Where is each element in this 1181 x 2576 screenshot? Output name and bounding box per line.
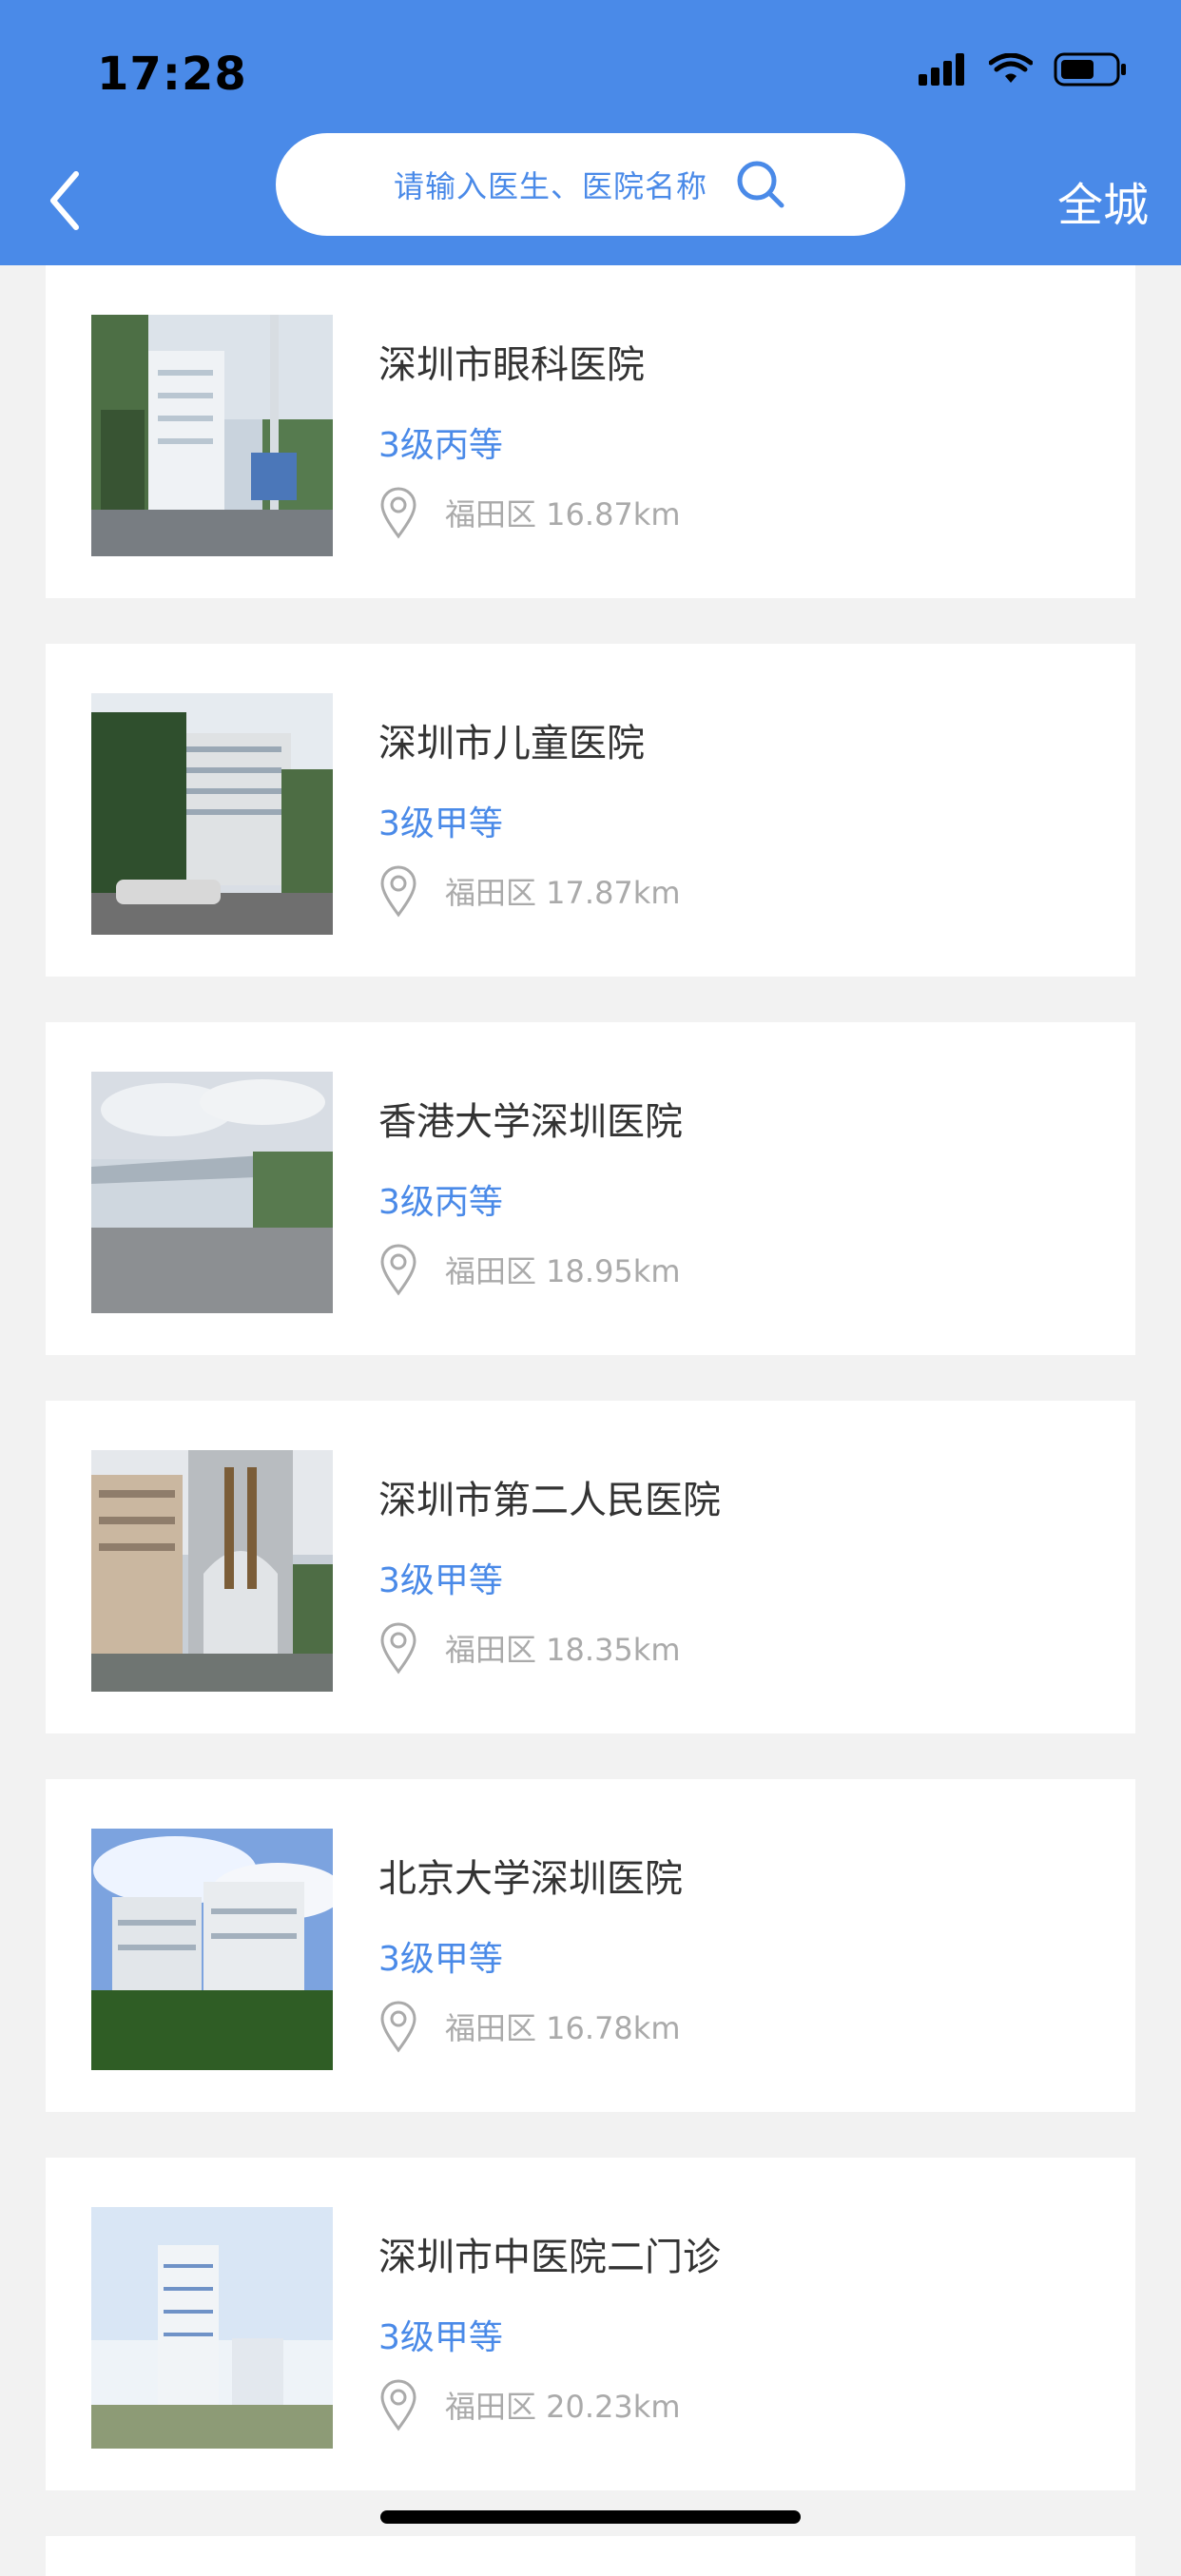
location-pin-icon (380, 2379, 416, 2431)
cellular-signal-icon (919, 53, 968, 89)
hospital-location: 福田区 16.78km (445, 2010, 681, 2046)
search-icon (737, 161, 784, 208)
hospital-location: 福田区 17.87km (445, 875, 681, 911)
battery-icon (1054, 52, 1128, 90)
hospital-card[interactable]: 深圳市第二人民医院 3级甲等 福田区 18.35km (46, 1401, 1135, 1733)
hospital-location-row: 福田区 17.87km (378, 862, 681, 920)
hospital-name: 北京大学深圳医院 (378, 1857, 683, 1901)
search-input[interactable]: 请输入医生、医院名称 (276, 133, 905, 236)
hospital-photo (91, 2207, 333, 2449)
back-button[interactable] (34, 162, 97, 240)
search-placeholder: 请输入医生、医院名称 (393, 168, 707, 204)
hospital-name: 香港大学深圳医院 (378, 1100, 683, 1144)
hospital-location-row: 福田区 16.87km (378, 484, 681, 541)
hospital-name: 深圳市儿童医院 (378, 722, 645, 765)
location-pin-icon (380, 2001, 416, 2053)
hospital-card[interactable]: 香港大学深圳医院 3级丙等 福田区 18.95km (46, 1022, 1135, 1355)
hospital-level: 3级甲等 (378, 804, 503, 843)
hospital-name: 深圳市第二人民医院 (378, 1479, 721, 1522)
hospital-card[interactable]: 深圳市眼科医院 3级丙等 福田区 16.87km (46, 265, 1135, 598)
hospital-photo (91, 1072, 333, 1313)
hospital-card[interactable]: 深圳市儿童医院 3级甲等 福田区 17.87km (46, 644, 1135, 977)
hospital-location: 福田区 16.87km (445, 496, 681, 533)
location-pin-icon (380, 1244, 416, 1296)
hospital-photo (91, 315, 333, 556)
hospital-level: 3级丙等 (378, 426, 503, 465)
hospital-card[interactable]: 深圳市中医院二门诊 3级甲等 福田区 20.23km (46, 2158, 1135, 2490)
hospital-location-row: 福田区 18.95km (378, 1241, 681, 1298)
hospital-card-partial[interactable] (46, 2536, 1135, 2576)
hospital-photo (91, 693, 333, 935)
wifi-icon (988, 52, 1034, 89)
home-indicator[interactable] (380, 2510, 801, 2524)
hospital-location-row: 福田区 20.23km (378, 2376, 681, 2433)
status-icons (919, 52, 1128, 90)
city-filter-button[interactable]: 全城 (1057, 167, 1149, 234)
hospital-level: 3级甲等 (378, 2318, 503, 2357)
hospital-location: 福田区 18.35km (445, 1632, 681, 1668)
location-pin-icon (380, 865, 416, 918)
hospital-card[interactable]: 北京大学深圳医院 3级甲等 福田区 16.78km (46, 1779, 1135, 2112)
hospital-level: 3级丙等 (378, 1183, 503, 1222)
hospital-name: 深圳市眼科医院 (378, 343, 645, 387)
hospital-level: 3级甲等 (378, 1940, 503, 1979)
hospital-name: 深圳市中医院二门诊 (378, 2236, 721, 2279)
hospital-photo (91, 1829, 333, 2070)
location-pin-icon (380, 1622, 416, 1675)
location-pin-icon (380, 487, 416, 539)
hospital-location: 福田区 18.95km (445, 1253, 681, 1289)
status-time: 17:28 (97, 48, 247, 101)
hospital-location-row: 福田区 16.78km (378, 1998, 681, 2055)
chevron-left-icon (50, 171, 79, 230)
hospital-location-row: 福田区 18.35km (378, 1619, 681, 1676)
top-header: 17:28 请输入医生、医院名称 全城 (0, 0, 1181, 265)
hospital-photo (91, 1450, 333, 1692)
hospital-level: 3级甲等 (378, 1561, 503, 1600)
hospital-location: 福田区 20.23km (445, 2389, 681, 2425)
